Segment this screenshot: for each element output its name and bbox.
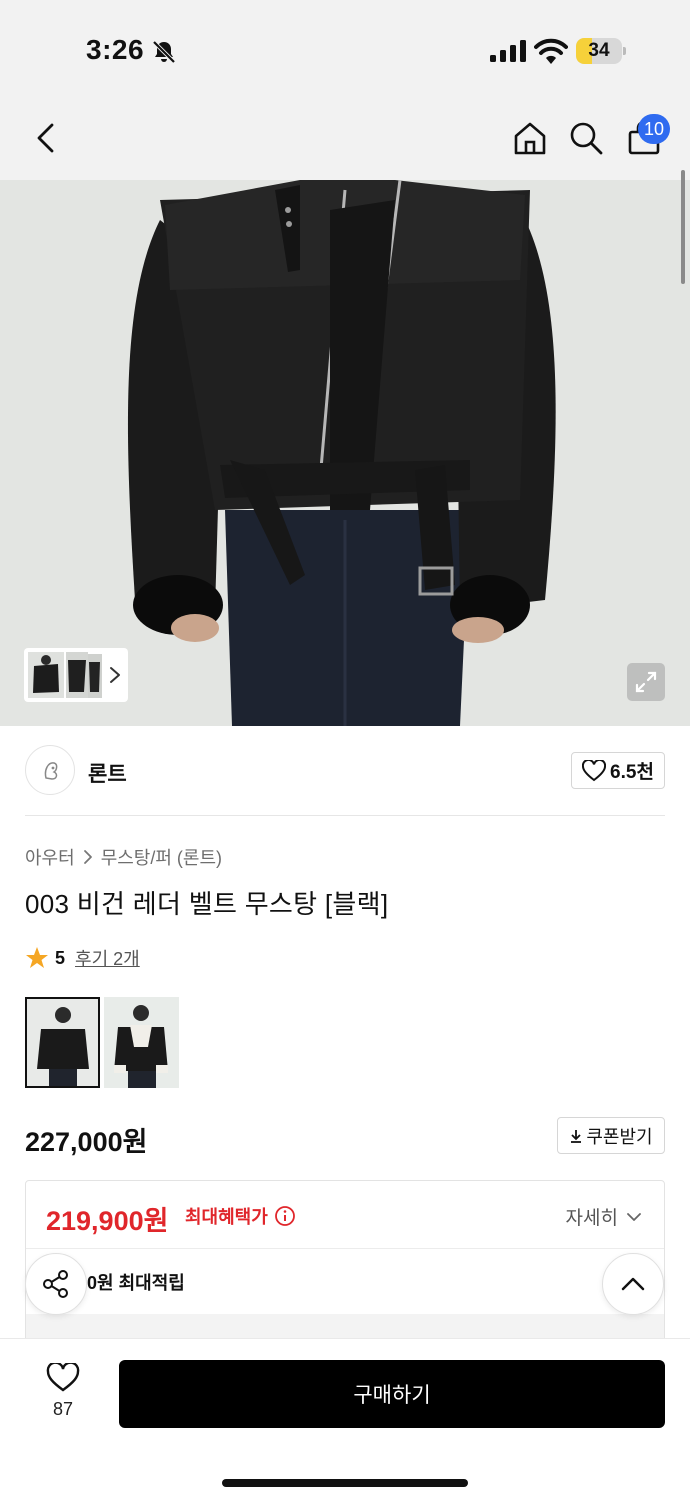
benefit-detail-label: 자세히: [565, 1208, 618, 1229]
chevron-down-icon: [627, 1212, 641, 1221]
status-bar: 3:26 34: [0, 0, 690, 100]
scroll-to-top-button[interactable]: [602, 1253, 664, 1315]
breadcrumb-category[interactable]: 아우터: [25, 844, 75, 870]
heart-icon: [582, 759, 607, 781]
benefit-divider: [26, 1248, 664, 1249]
download-icon: [571, 1129, 582, 1143]
max-benefit-label-text: 최대혜택가: [185, 1207, 268, 1227]
share-button[interactable]: [25, 1253, 87, 1315]
search-button[interactable]: [566, 118, 606, 158]
battery-icon: 34: [576, 38, 626, 64]
brand-like-button[interactable]: 6.5천: [571, 752, 665, 789]
product-title: 003 비건 레더 벨트 무스탕 [블랙]: [25, 889, 389, 919]
buy-button-label: 구매하기: [353, 1384, 431, 1407]
brand-row: 론트 6.5천: [0, 726, 690, 816]
chevron-right-icon: [110, 667, 120, 683]
brand-like-count: 6.5천: [610, 762, 654, 783]
product-main-image[interactable]: [0, 180, 690, 726]
rating-row: 5 후기 2개: [25, 945, 140, 971]
breadcrumb-subcategory[interactable]: 무스탕/퍼 (론트): [101, 844, 222, 870]
image-gallery-thumbnails[interactable]: [24, 648, 128, 702]
coupon-label: 쿠폰받기: [586, 1126, 653, 1147]
star-icon: [26, 947, 48, 968]
benefit-detail-toggle[interactable]: 자세히: [566, 1203, 642, 1230]
gallery-thumbnail-images: [28, 652, 102, 698]
search-icon: [570, 122, 603, 155]
color-option-shearling[interactable]: [104, 997, 179, 1088]
home-indicator: [222, 1479, 468, 1487]
home-icon: [514, 122, 546, 155]
home-button[interactable]: [510, 118, 550, 158]
wishlist-count: 87: [52, 1399, 74, 1419]
color-option-image: [27, 999, 98, 1086]
brand-logo-icon: [44, 762, 58, 780]
max-points-text: 0원 최대적립: [87, 1273, 185, 1293]
chevron-up-icon: [621, 1277, 645, 1291]
brand-name[interactable]: 론트: [88, 758, 127, 788]
status-time: 3:26: [86, 34, 145, 65]
share-icon: [43, 1270, 68, 1298]
rating-score: 5: [55, 947, 66, 968]
expand-image-button[interactable]: [627, 663, 665, 701]
buy-button[interactable]: 구매하기: [119, 1360, 665, 1428]
info-icon: [274, 1206, 295, 1226]
color-option-image: [104, 997, 179, 1088]
cart-count-badge: 10: [638, 114, 670, 144]
breadcrumb: 아우터 무스탕/퍼 (론트): [25, 844, 222, 870]
wishlist-button[interactable]: 87: [36, 1363, 90, 1423]
chevron-left-icon: [37, 123, 54, 153]
bell-off-icon: [152, 40, 176, 64]
back-button[interactable]: [26, 118, 66, 158]
battery-level-text: 34: [588, 40, 610, 61]
max-benefit-box: 219,900원 최대혜택가 자세히 0원 최대적립: [25, 1180, 665, 1345]
color-option-black[interactable]: [25, 997, 100, 1088]
max-benefit-label[interactable]: 최대혜택가: [185, 1203, 296, 1229]
max-benefit-price: 219,900원: [46, 1206, 169, 1236]
chevron-right-icon: [83, 850, 92, 864]
divider: [25, 815, 665, 816]
product-price: 227,000원: [25, 1127, 148, 1157]
page-scrollbar[interactable]: [681, 170, 685, 284]
expand-icon: [635, 671, 657, 693]
heart-icon: [46, 1363, 80, 1392]
bottom-action-bar: 87 구매하기: [0, 1338, 690, 1500]
top-nav-bar: [0, 100, 690, 180]
signal-icon: [490, 40, 526, 62]
brand-logo[interactable]: [25, 745, 75, 795]
jacket-photo: [0, 180, 690, 726]
review-count-link[interactable]: 후기 2개: [75, 945, 140, 971]
wifi-icon: [534, 38, 568, 64]
coupon-button[interactable]: 쿠폰받기: [557, 1117, 665, 1154]
